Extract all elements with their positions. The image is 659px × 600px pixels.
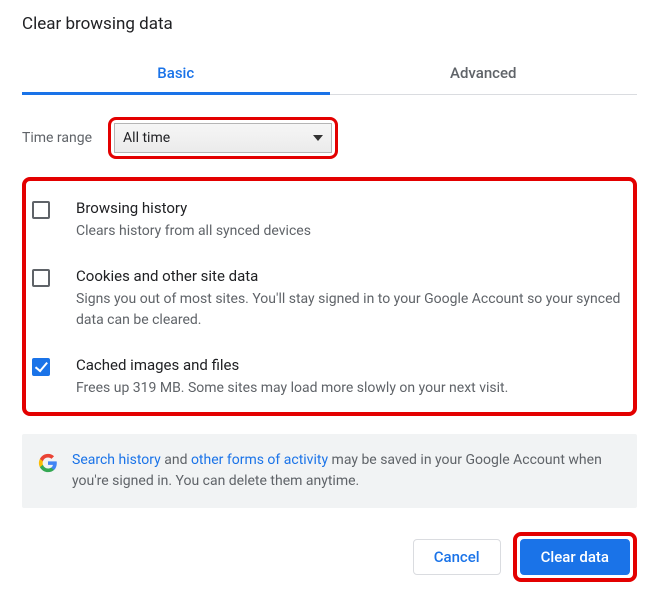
- cancel-button[interactable]: Cancel: [413, 539, 501, 575]
- checkbox-browsing-history[interactable]: [32, 201, 50, 219]
- link-search-history[interactable]: Search history: [72, 452, 161, 468]
- tabs: Basic Advanced: [22, 52, 637, 95]
- option-title: Cookies and other site data: [76, 267, 629, 285]
- option-text: Cached images and files Frees up 319 MB.…: [76, 356, 508, 398]
- option-cookies: Cookies and other site data Signs you ou…: [30, 259, 629, 348]
- time-range-row: Time range All time: [22, 117, 637, 159]
- option-desc: Signs you out of most sites. You'll stay…: [76, 289, 629, 330]
- info-message: Search history and other forms of activi…: [72, 450, 621, 492]
- highlight-clear-button: Clear data: [513, 532, 637, 582]
- tab-basic[interactable]: Basic: [22, 52, 330, 94]
- dialog-title: Clear browsing data: [22, 14, 637, 34]
- option-title: Browsing history: [76, 199, 311, 217]
- highlight-options-group: Browsing history Clears history from all…: [22, 177, 637, 416]
- time-range-dropdown[interactable]: All time: [114, 123, 332, 153]
- google-info-box: Search history and other forms of activi…: [22, 434, 637, 508]
- option-cache: Cached images and files Frees up 319 MB.…: [30, 348, 629, 402]
- dialog-footer: Cancel Clear data: [22, 532, 637, 582]
- tab-advanced[interactable]: Advanced: [330, 52, 638, 94]
- option-text: Browsing history Clears history from all…: [76, 199, 311, 241]
- option-title: Cached images and files: [76, 356, 508, 374]
- link-other-activity[interactable]: other forms of activity: [191, 452, 328, 468]
- chevron-down-icon: [313, 135, 323, 141]
- clear-browsing-data-dialog: Clear browsing data Basic Advanced Time …: [0, 0, 659, 582]
- option-browsing-history: Browsing history Clears history from all…: [30, 191, 629, 259]
- highlight-time-range: All time: [108, 117, 338, 159]
- option-desc: Frees up 319 MB. Some sites may load mor…: [76, 378, 508, 398]
- checkbox-cache[interactable]: [32, 358, 50, 376]
- checkbox-cookies[interactable]: [32, 269, 50, 287]
- clear-data-button[interactable]: Clear data: [520, 539, 630, 575]
- option-text: Cookies and other site data Signs you ou…: [76, 267, 629, 330]
- google-logo-icon: [38, 453, 58, 473]
- time-range-value: All time: [123, 130, 170, 146]
- time-range-label: Time range: [22, 130, 92, 146]
- option-desc: Clears history from all synced devices: [76, 221, 311, 241]
